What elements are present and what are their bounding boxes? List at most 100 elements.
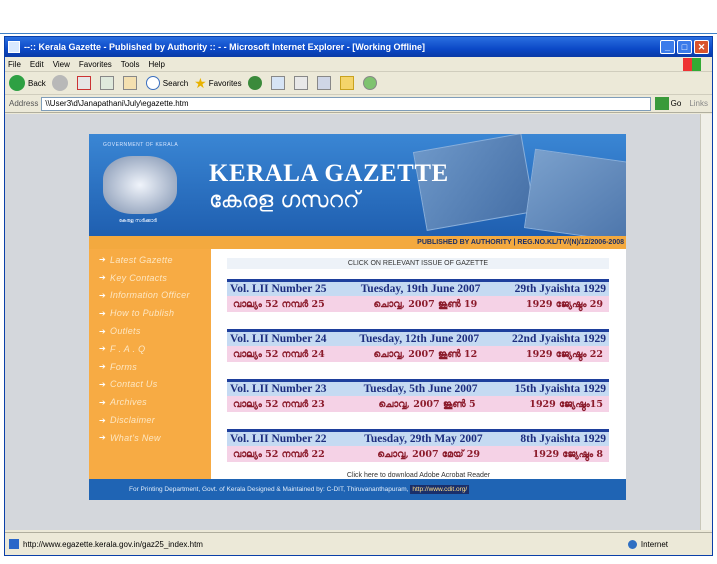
issue-date-ml: ചൊവ്വ, 2007 ജൂൺ 12 bbox=[373, 348, 478, 360]
issue-date-ml: ചൊവ്വ, 2007 ജൂൺ 5 bbox=[378, 398, 476, 410]
menu-favorites[interactable]: Favorites bbox=[79, 60, 112, 69]
security-zone: Internet bbox=[627, 539, 668, 549]
print-icon bbox=[293, 76, 308, 90]
cdit-link[interactable]: http://www.cdit.org/ bbox=[410, 485, 470, 494]
nav-outlets[interactable]: ➔ Outlets bbox=[89, 322, 211, 340]
messenger-icon bbox=[362, 76, 377, 90]
issue-saka-ml: 1929 ജ്യേഷ്ഠം 22 bbox=[526, 348, 603, 360]
issue-date: Tuesday, 29th May 2007 bbox=[364, 433, 483, 445]
toolbar: Back Search ★ Favorites bbox=[5, 72, 712, 95]
links-button[interactable]: Links bbox=[689, 99, 708, 108]
header-banner: GOVERNMENT OF KERALA കേരള സർക്കാർ KERALA… bbox=[89, 134, 626, 236]
go-arrow-icon[interactable] bbox=[654, 97, 669, 110]
go-button[interactable]: Go bbox=[671, 99, 682, 108]
footer: For Printing Department, Govt. of Kerala… bbox=[89, 479, 626, 500]
history-button[interactable] bbox=[247, 76, 265, 90]
stop-button[interactable] bbox=[76, 76, 94, 90]
issue-link[interactable]: Vol. LII Number 24 Tuesday, 12th June 20… bbox=[227, 329, 609, 362]
issue-link[interactable]: Vol. LII Number 25 Tuesday, 19th June 20… bbox=[227, 279, 609, 312]
folder-button[interactable] bbox=[339, 76, 357, 90]
arrow-icon: ➔ bbox=[99, 273, 107, 283]
nav-how-to-publish[interactable]: ➔ How to Publish bbox=[89, 304, 211, 322]
issue-volume: Vol. LII Number 24 bbox=[230, 333, 327, 345]
nav-forms[interactable]: ➔ Forms bbox=[89, 358, 211, 376]
issue-date: Tuesday, 5th June 2007 bbox=[363, 383, 478, 395]
search-label: Search bbox=[162, 78, 189, 88]
home-icon bbox=[122, 76, 137, 90]
menu-edit[interactable]: Edit bbox=[30, 60, 44, 69]
nav-key-contacts[interactable]: ➔ Key Contacts bbox=[89, 269, 211, 287]
issue-volume-ml: വാല്യം 52 നമ്പർ 24 bbox=[233, 348, 325, 360]
nav-label: Contact Us bbox=[110, 379, 158, 390]
favorites-button[interactable]: ★ Favorites bbox=[194, 75, 241, 92]
nav-latest-gazette[interactable]: ➔ Latest Gazette bbox=[89, 251, 211, 269]
menu-help[interactable]: Help bbox=[148, 60, 164, 69]
site-title-malayalam: കേരള ഗസററ് bbox=[209, 188, 360, 213]
print-button[interactable] bbox=[293, 76, 311, 90]
nav-label: Forms bbox=[110, 361, 138, 372]
arrow-icon: ➔ bbox=[99, 415, 107, 425]
vertical-scrollbar[interactable] bbox=[700, 114, 712, 530]
edit-button[interactable] bbox=[316, 76, 334, 90]
menu-tools[interactable]: Tools bbox=[121, 60, 140, 69]
nav-whats-new[interactable]: ➔ What's New bbox=[89, 429, 211, 447]
close-button[interactable]: ✕ bbox=[694, 40, 709, 54]
home-button[interactable] bbox=[122, 76, 140, 90]
issue-date-ml: ചൊവ്വ, 2007 ജൂൺ 19 bbox=[373, 298, 478, 310]
sidebar-nav: ➔ Latest Gazette ➔ Key Contacts ➔ Informati… bbox=[89, 249, 211, 479]
issue-volume-ml: വാല്യം 52 നമ്പർ 22 bbox=[233, 448, 325, 460]
arrow-icon: ➔ bbox=[99, 397, 107, 407]
nav-faq[interactable]: ➔ F . A . Q bbox=[89, 340, 211, 358]
favorites-label: Favorites bbox=[208, 78, 242, 88]
issue-saka-ml: 1929 ജ്യേഷ്ഠം 29 bbox=[526, 298, 603, 310]
issue-volume: Vol. LII Number 22 bbox=[230, 433, 327, 445]
address-bar: Address \\User3\d\Janapathani\July\egaze… bbox=[5, 95, 712, 113]
back-arrow-icon bbox=[9, 75, 25, 91]
window-title: --:: Kerala Gazette - Published by Autho… bbox=[24, 42, 426, 52]
status-url: http://www.egazette.kerala.gov.in/gaz25_… bbox=[23, 539, 203, 549]
arrow-icon: ➔ bbox=[99, 290, 107, 300]
issue-volume-ml: വാല്യം 52 നമ്പർ 25 bbox=[233, 298, 325, 310]
issues-panel: CLICK ON RELEVANT ISSUE OF GAZETTE Vol. … bbox=[211, 249, 626, 479]
mail-button[interactable] bbox=[270, 76, 288, 90]
arrow-icon: ➔ bbox=[99, 326, 107, 336]
issue-english-row: Vol. LII Number 25 Tuesday, 19th June 20… bbox=[227, 279, 609, 296]
menu-view[interactable]: View bbox=[53, 60, 70, 69]
address-input[interactable]: \\User3\d\Janapathani\July\egazette.htm bbox=[41, 96, 651, 111]
nav-disclaimer[interactable]: ➔ Disclaimer bbox=[89, 411, 211, 429]
issue-link[interactable]: Vol. LII Number 22 Tuesday, 29th May 200… bbox=[227, 429, 609, 462]
issue-date: Tuesday, 19th June 2007 bbox=[360, 283, 481, 295]
nav-contact-us[interactable]: ➔ Contact Us bbox=[89, 376, 211, 394]
gov-label: GOVERNMENT OF KERALA bbox=[103, 142, 179, 148]
back-label: Back bbox=[28, 78, 46, 88]
nav-label: Archives bbox=[110, 397, 147, 408]
globe-icon bbox=[627, 539, 637, 549]
nav-archives[interactable]: ➔ Archives bbox=[89, 393, 211, 411]
nav-label: Disclaimer bbox=[110, 415, 156, 426]
nav-label: What's New bbox=[110, 432, 161, 443]
search-icon bbox=[145, 76, 160, 90]
messenger-button[interactable] bbox=[362, 76, 380, 90]
issue-saka-ml: 1929 ജ്യേഷ്ഠം15 bbox=[529, 398, 603, 410]
forward-button[interactable] bbox=[51, 75, 71, 91]
issue-saka-ml: 1929 ജ്യേഷ്ഠം 8 bbox=[532, 448, 603, 460]
refresh-button[interactable] bbox=[99, 76, 117, 90]
issue-english-row: Vol. LII Number 24 Tuesday, 12th June 20… bbox=[227, 329, 609, 346]
site-title: KERALA GAZETTE bbox=[209, 160, 449, 187]
issue-english-row: Vol. LII Number 23 Tuesday, 5th June 200… bbox=[227, 379, 609, 396]
arrow-icon: ➔ bbox=[99, 362, 107, 372]
instruction-text: CLICK ON RELEVANT ISSUE OF GAZETTE bbox=[227, 258, 609, 269]
issue-volume-ml: വാല്യം 52 നമ്പർ 23 bbox=[233, 398, 325, 410]
top-band bbox=[0, 0, 717, 34]
nav-information-officer[interactable]: ➔ Information Officer bbox=[89, 287, 211, 305]
maximize-button[interactable]: □ bbox=[677, 40, 692, 54]
back-button[interactable]: Back bbox=[9, 75, 46, 91]
browser-window: --:: Kerala Gazette - Published by Autho… bbox=[4, 36, 713, 556]
search-button[interactable]: Search bbox=[145, 76, 189, 90]
issue-link[interactable]: Vol. LII Number 23 Tuesday, 5th June 200… bbox=[227, 379, 609, 412]
minimize-button[interactable]: _ bbox=[660, 40, 675, 54]
acrobat-download-link[interactable]: Click here to download Adobe Acrobat Rea… bbox=[211, 472, 626, 479]
kerala-emblem-icon bbox=[103, 156, 177, 214]
menu-file[interactable]: File bbox=[8, 60, 21, 69]
page-viewport: GOVERNMENT OF KERALA കേരള സർക്കാർ KERALA… bbox=[5, 114, 712, 530]
